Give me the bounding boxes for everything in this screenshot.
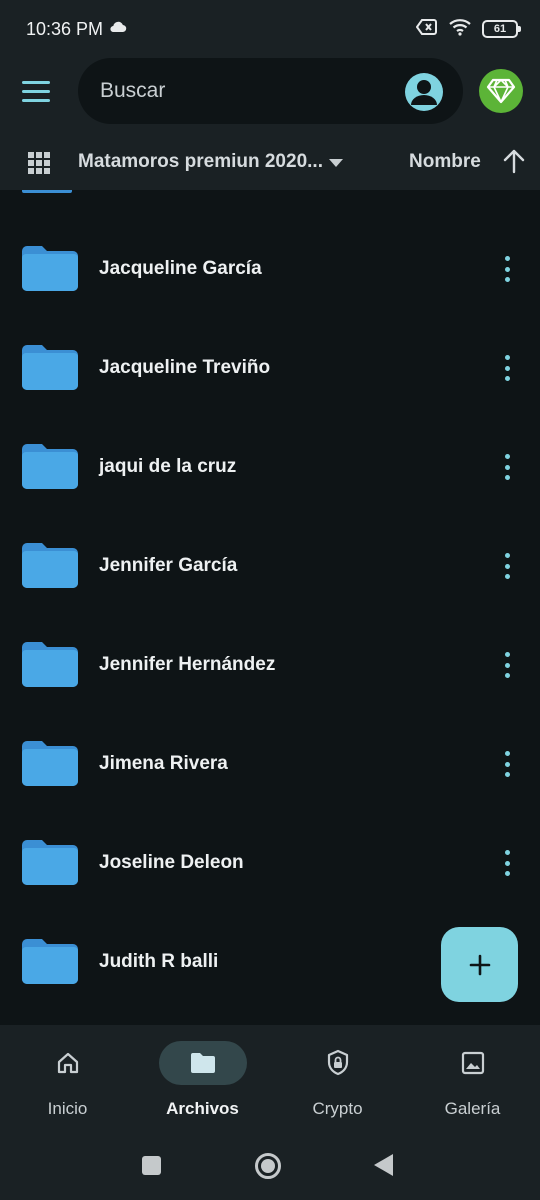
status-time: 10:36 PM [26,18,104,39]
system-navigation-bar [0,1138,540,1200]
folder-row[interactable]: jaqui de la cruz [0,388,540,489]
plus-icon [469,954,490,975]
back-icon[interactable] [374,1154,393,1176]
nav-icon-wrap [429,1041,517,1085]
more-options-icon[interactable] [498,850,516,876]
nav-label: Galería [444,1099,501,1118]
folder-row[interactable]: Jennifer García [0,487,540,588]
more-options-icon[interactable] [498,256,516,282]
recents-icon[interactable] [142,1156,161,1175]
folder-name: Jennifer Hernández [99,654,276,675]
menu-button[interactable] [22,76,56,106]
nav-icon-wrap [158,1041,247,1085]
more-options-icon[interactable] [498,454,516,480]
nav-icon-wrap [294,1041,382,1085]
nav-label: Crypto [312,1099,363,1118]
folder-name: Joseline Deleon [99,852,244,873]
home-icon [57,1052,78,1074]
folder-toolbar: Matamoros premiun 2020... Nombre [0,134,540,190]
nav-icon-wrap [24,1041,112,1085]
nav-item-galeria[interactable]: Galería [405,1041,540,1131]
more-options-icon[interactable] [498,553,516,579]
wifi-icon [448,18,472,41]
folder-icon [22,938,78,989]
folder-row[interactable]: Joseline Deleon [0,784,540,885]
folder-icon [190,1053,215,1073]
folder-row[interactable]: Jacqueline García [0,190,540,291]
premium-diamond-button[interactable] [479,69,523,113]
folder-name: jaqui de la cruz [99,456,237,477]
nav-label: Archivos [166,1099,239,1118]
nav-item-inicio[interactable]: Inicio [0,1041,135,1131]
add-button[interactable] [441,927,518,1002]
diamond-icon [486,78,516,104]
cloud-icon [109,20,127,38]
more-options-icon[interactable] [498,751,516,777]
sort-by-label[interactable]: Nombre [409,151,481,173]
grid-view-icon[interactable] [28,152,50,174]
menu-icon-line [22,89,50,93]
account-avatar-icon[interactable] [405,73,443,111]
search-input[interactable] [100,79,390,103]
folder-row[interactable]: Jimena Rivera [0,685,540,786]
bottom-navigation: Inicio Archivos Crypto Galería [0,1025,540,1138]
home-circle-icon[interactable] [255,1153,281,1179]
more-options-icon[interactable] [498,652,516,678]
folder-row[interactable]: Jennifer Hernández [0,586,540,687]
sim-off-icon [415,18,438,41]
nav-item-archivos[interactable]: Archivos [135,1041,270,1131]
folder-name: Jacqueline Treviño [99,357,271,378]
folder-name: Jimena Rivera [99,753,228,774]
current-folder-path[interactable]: Matamoros premiun 2020... [78,151,323,173]
nav-label: Inicio [47,1099,88,1118]
nav-item-crypto[interactable]: Crypto [270,1041,405,1131]
more-options-icon[interactable] [498,355,516,381]
folder-name: Judith R balli [99,951,219,972]
folder-name: Jennifer García [99,555,238,576]
header: Matamoros premiun 2020... Nombre [0,58,540,190]
arrow-up-icon[interactable] [502,148,526,179]
menu-icon-line [22,80,50,84]
chevron-down-icon[interactable] [329,159,343,167]
folder-list: Jacqueline García Jacqueline Treviño jaqui… [0,190,540,1025]
menu-icon-line [22,98,50,102]
status-right: 61 [415,18,521,41]
status-left: 10:36 PM [26,19,127,40]
search-bar[interactable] [78,58,463,124]
status-bar: 10:36 PM 61 [0,0,540,58]
shield-lock-icon [327,1049,348,1076]
folder-name: Jacqueline García [99,258,262,279]
image-icon [461,1051,484,1075]
folder-row[interactable]: Jacqueline Treviño [0,289,540,390]
battery-indicator: 61 [482,20,521,38]
